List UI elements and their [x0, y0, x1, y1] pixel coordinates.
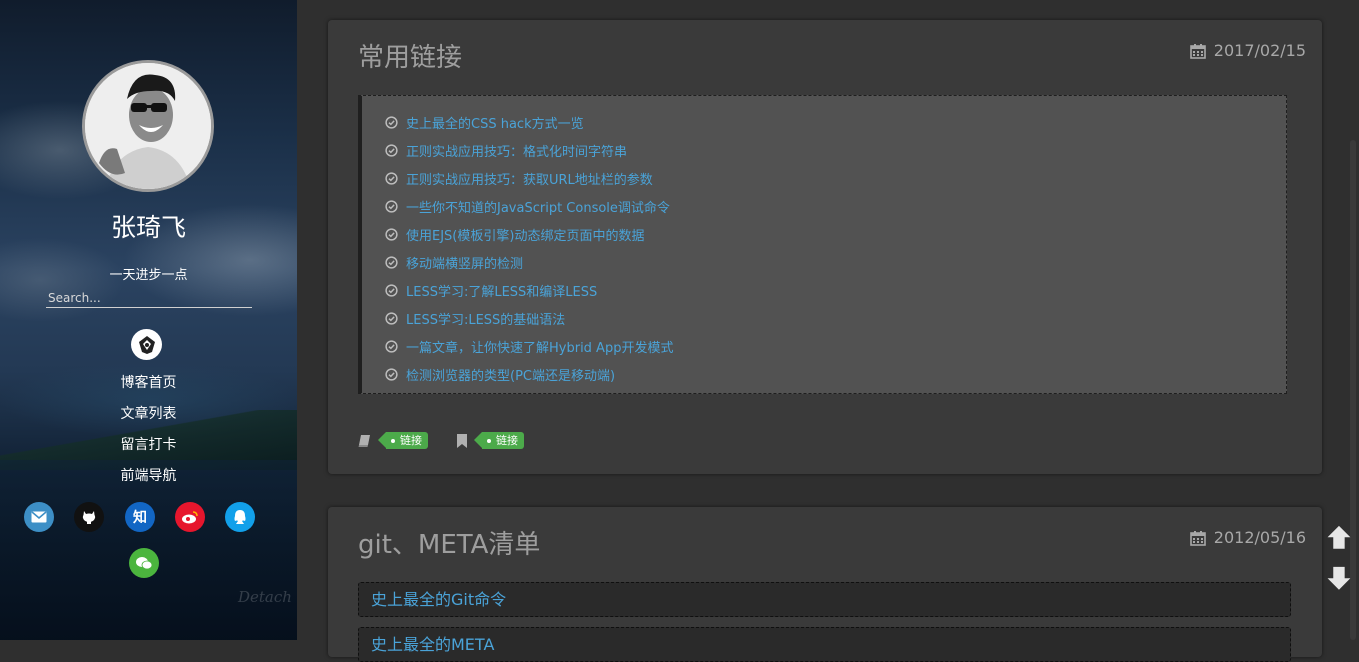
post-card: git、META清单 2012/05/16 史上最全的Git命令 史上最全的ME…: [328, 507, 1322, 662]
link-list-item: LESS学习:LESS的基础语法: [385, 304, 1286, 332]
article-link[interactable]: 检测浏览器的类型(PC端还是移动端): [406, 365, 615, 384]
link-list-box: 史上最全的CSS hack方式一览正则实战应用技巧：格式化时间字符串正则实战应用…: [358, 95, 1287, 394]
check-circle-icon: [385, 199, 398, 213]
search-input[interactable]: [46, 288, 252, 308]
scroll-down-icon[interactable]: [1325, 565, 1353, 593]
nav-item-home[interactable]: 博客首页: [0, 372, 297, 403]
link-list-item: 检测浏览器的类型(PC端还是移动端): [385, 360, 1286, 388]
author-name: 张琦飞: [110, 213, 186, 242]
check-circle-icon: [385, 115, 398, 129]
article-link[interactable]: 使用EJS(模板引擎)动态绑定页面中的数据: [406, 225, 644, 244]
post-date-text: 2017/02/15: [1213, 41, 1306, 60]
zhihu-icon[interactable]: 知: [125, 502, 155, 532]
category-tag[interactable]: 链接: [378, 432, 428, 449]
wechat-icon[interactable]: [129, 548, 159, 578]
check-circle-icon: [385, 367, 398, 381]
check-circle-icon: [385, 171, 398, 185]
post-date: 2017/02/15: [1189, 41, 1306, 60]
watermark: Detach: [238, 588, 292, 606]
check-circle-icon: [385, 311, 398, 325]
check-circle-icon: [385, 227, 398, 241]
check-circle-icon: [385, 255, 398, 269]
article-link[interactable]: 一篇文章，让你快速了解Hybrid App开发模式: [406, 337, 673, 356]
nav-item-guestbook[interactable]: 留言打卡: [0, 434, 297, 465]
link-list-item: 一些你不知道的JavaScript Console调试命令: [385, 192, 1286, 220]
site-logo-icon[interactable]: [131, 329, 162, 360]
git-link-item[interactable]: 史上最全的Git命令: [358, 582, 1291, 617]
bookmark-icon: [457, 433, 467, 448]
link-list-item: 移动端横竖屏的检测: [385, 248, 1286, 276]
check-circle-icon: [385, 143, 398, 157]
calendar-icon: [1189, 43, 1206, 59]
nav-item-articles[interactable]: 文章列表: [0, 403, 297, 434]
article-link[interactable]: LESS学习:LESS的基础语法: [406, 309, 565, 328]
link-list-item: 一篇文章，让你快速了解Hybrid App开发模式: [385, 332, 1286, 360]
link-list-item: 正则实战应用技巧：获取URL地址栏的参数: [385, 164, 1286, 192]
post-date: 2012/05/16: [1189, 528, 1306, 547]
post-tag[interactable]: 链接: [474, 432, 524, 449]
article-link[interactable]: 正则实战应用技巧：获取URL地址栏的参数: [406, 169, 653, 188]
github-icon[interactable]: [74, 502, 104, 532]
post-meta: 链接 链接: [358, 432, 524, 449]
git-link-item[interactable]: 史上最全的META: [358, 627, 1291, 662]
article-link[interactable]: LESS学习:了解LESS和编译LESS: [406, 281, 597, 300]
motto: 一天进步一点: [109, 268, 188, 283]
post-title[interactable]: git、META清单: [358, 524, 540, 561]
check-circle-icon: [385, 283, 398, 297]
qq-icon[interactable]: [225, 502, 255, 532]
post-title[interactable]: 常用链接: [358, 37, 462, 74]
link-list-item: 正则实战应用技巧：格式化时间字符串: [385, 136, 1286, 164]
sidebar-nav: 博客首页 文章列表 留言打卡 前端导航: [0, 372, 297, 496]
article-link[interactable]: 一些你不知道的JavaScript Console调试命令: [406, 197, 670, 216]
link-list-item: 使用EJS(模板引擎)动态绑定页面中的数据: [385, 220, 1286, 248]
weibo-icon[interactable]: [175, 502, 205, 532]
book-icon: [358, 434, 370, 447]
article-link[interactable]: 正则实战应用技巧：格式化时间字符串: [406, 141, 627, 160]
link-list: 史上最全的CSS hack方式一览正则实战应用技巧：格式化时间字符串正则实战应用…: [362, 96, 1286, 388]
post-date-text: 2012/05/16: [1213, 528, 1306, 547]
calendar-icon: [1189, 530, 1206, 546]
article-link[interactable]: 移动端横竖屏的检测: [406, 253, 523, 272]
avatar[interactable]: [82, 60, 214, 192]
mail-icon[interactable]: [24, 502, 54, 532]
post-card: 常用链接 2017/02/15 史上最全的CSS hack方式一览正则实战应用技…: [328, 20, 1322, 474]
nav-item-frontend-nav[interactable]: 前端导航: [0, 465, 297, 496]
link-list-item: LESS学习:了解LESS和编译LESS: [385, 276, 1286, 304]
sidebar: Detach 张琦飞 一天进步一点 博客首页 文章列表 留言打卡 前端导航: [0, 0, 297, 640]
main-content: 常用链接 2017/02/15 史上最全的CSS hack方式一览正则实战应用技…: [297, 0, 1359, 662]
check-circle-icon: [385, 339, 398, 353]
link-list-item: 史上最全的CSS hack方式一览: [385, 108, 1286, 136]
scroll-up-icon[interactable]: [1325, 524, 1353, 552]
article-link[interactable]: 史上最全的CSS hack方式一览: [406, 113, 584, 132]
